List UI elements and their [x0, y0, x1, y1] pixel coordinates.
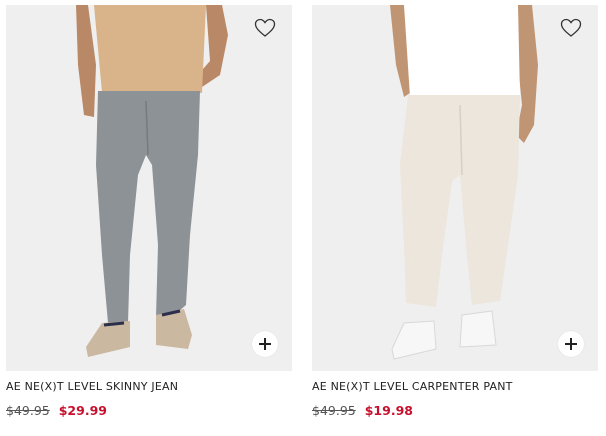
original-price: $49.95	[6, 403, 50, 418]
product-grid: AE NE(X)T LEVEL SKINNY JEAN $49.95 $29.9…	[0, 0, 606, 436]
heart-outline-icon[interactable]	[558, 15, 584, 41]
sale-price: $29.99	[58, 403, 107, 418]
product-name[interactable]: AE NE(X)T LEVEL CARPENTER PANT	[312, 380, 598, 393]
price-row: $49.95 $19.98	[312, 403, 598, 418]
product-name[interactable]: AE NE(X)T LEVEL SKINNY JEAN	[6, 380, 292, 393]
product-image[interactable]	[312, 5, 598, 371]
plus-icon[interactable]	[252, 331, 278, 357]
product-card[interactable]: AE NE(X)T LEVEL CARPENTER PANT $49.95 $1…	[312, 5, 598, 418]
heart-outline-icon[interactable]	[252, 15, 278, 41]
model-in-grey-jeans-photo	[6, 5, 292, 371]
model-in-white-pants-photo	[312, 5, 598, 371]
price-row: $49.95 $29.99	[6, 403, 292, 418]
product-image[interactable]	[6, 5, 292, 371]
plus-icon[interactable]	[558, 331, 584, 357]
product-card[interactable]: AE NE(X)T LEVEL SKINNY JEAN $49.95 $29.9…	[6, 5, 292, 418]
sale-price: $19.98	[364, 403, 413, 418]
original-price: $49.95	[312, 403, 356, 418]
